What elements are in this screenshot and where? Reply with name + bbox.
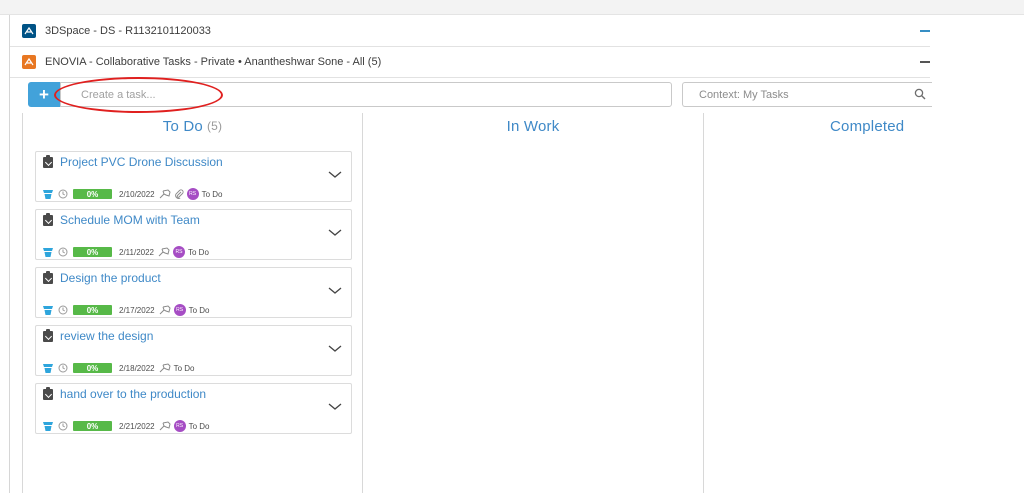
add-task-button[interactable]: + bbox=[28, 82, 60, 107]
context-search-field[interactable]: Context: My Tasks bbox=[682, 82, 932, 107]
due-date: 2/10/2022 bbox=[119, 189, 155, 199]
context-text: Context: My Tasks bbox=[699, 88, 789, 101]
task-card[interactable]: Schedule MOM with Team 0% 2/11/2022 RS T… bbox=[35, 209, 352, 260]
progress-badge: 0% bbox=[73, 363, 112, 373]
column-count: (5) bbox=[206, 119, 223, 133]
status-label: To Do bbox=[201, 189, 223, 199]
clock-icon bbox=[58, 421, 68, 431]
task-title[interactable]: review the design bbox=[60, 329, 153, 343]
task-type-icon bbox=[43, 305, 53, 315]
clock-icon bbox=[58, 247, 68, 257]
task-meta: 0% 2/17/2022 RS To Do bbox=[43, 304, 210, 316]
status-label: To Do bbox=[188, 247, 209, 257]
task-icon bbox=[43, 387, 53, 400]
task-board: To Do (5) Project PVC Drone Discussion 0… bbox=[22, 113, 1024, 493]
task-toolbar: + Context: My Tasks bbox=[10, 79, 932, 113]
task-meta: 0% 2/11/2022 RS To Do bbox=[43, 246, 209, 258]
app-title: ENOVIA - Collaborative Tasks - Private •… bbox=[45, 56, 382, 68]
app-title: 3DSpace - DS - R1132101120033 bbox=[45, 25, 211, 37]
screenshot-stage: 3DSpace - DS - R1132101120033 ENOVIA - C… bbox=[0, 0, 1024, 493]
due-date: 2/17/2022 bbox=[119, 305, 155, 315]
status-label: To Do bbox=[173, 363, 195, 373]
progress-badge: 0% bbox=[73, 421, 112, 431]
chevron-down-icon[interactable] bbox=[328, 287, 342, 295]
task-title[interactable]: Project PVC Drone Discussion bbox=[60, 155, 223, 169]
task-icon bbox=[43, 213, 53, 226]
column-header: In Work bbox=[363, 113, 703, 139]
chevron-down-icon[interactable] bbox=[328, 229, 342, 237]
assignee-avatar[interactable]: RS bbox=[173, 246, 185, 258]
progress-badge: 0% bbox=[73, 189, 112, 199]
pin-icon[interactable] bbox=[158, 247, 170, 257]
3dspace-icon bbox=[22, 24, 36, 38]
task-card[interactable]: Design the product 0% 2/17/2022 RS To Do bbox=[35, 267, 352, 318]
task-type-icon bbox=[43, 247, 53, 257]
pin-icon[interactable] bbox=[159, 421, 171, 431]
task-type-icon bbox=[43, 363, 53, 373]
app-header-3dspace[interactable]: 3DSpace - DS - R1132101120033 bbox=[10, 16, 930, 47]
top-strip bbox=[0, 0, 1024, 15]
task-icon bbox=[43, 329, 53, 342]
minimize-icon[interactable] bbox=[920, 30, 930, 32]
column-completed: Completed bbox=[704, 113, 1024, 493]
pin-icon[interactable] bbox=[159, 305, 171, 315]
due-date: 2/11/2022 bbox=[119, 247, 154, 257]
task-title[interactable]: Schedule MOM with Team bbox=[60, 213, 200, 227]
assignee-avatar[interactable]: RS bbox=[186, 188, 199, 200]
column-in-work: In Work bbox=[363, 113, 704, 493]
column-header: To Do (5) bbox=[23, 113, 362, 139]
assignee-avatar[interactable]: RS bbox=[173, 420, 186, 432]
app-header-enovia[interactable]: ENOVIA - Collaborative Tasks - Private •… bbox=[10, 47, 930, 78]
chevron-down-icon[interactable] bbox=[328, 403, 342, 411]
chevron-down-icon[interactable] bbox=[328, 171, 342, 179]
clock-icon bbox=[58, 305, 68, 315]
clock-icon bbox=[58, 363, 68, 373]
assignee-avatar[interactable]: RS bbox=[173, 304, 186, 316]
column-to-do: To Do (5) Project PVC Drone Discussion 0… bbox=[22, 113, 363, 493]
task-card[interactable]: review the design 0% 2/18/2022 To Do bbox=[35, 325, 352, 376]
attachment-icon[interactable] bbox=[174, 189, 184, 199]
column-title: To Do bbox=[162, 117, 203, 135]
due-date: 2/18/2022 bbox=[119, 363, 155, 373]
task-icon bbox=[43, 271, 53, 284]
status-label: To Do bbox=[188, 305, 210, 315]
clock-icon bbox=[58, 189, 68, 199]
progress-badge: 0% bbox=[73, 247, 112, 257]
task-card[interactable]: Project PVC Drone Discussion 0% 2/10/202… bbox=[35, 151, 352, 202]
pin-icon[interactable] bbox=[159, 189, 171, 199]
task-title[interactable]: Design the product bbox=[60, 271, 161, 285]
chevron-down-icon[interactable] bbox=[328, 345, 342, 353]
task-meta: 0% 2/18/2022 To Do bbox=[43, 362, 195, 374]
pin-icon[interactable] bbox=[159, 363, 171, 373]
enovia-icon bbox=[22, 55, 36, 69]
create-task-input[interactable] bbox=[60, 82, 672, 107]
task-meta: 0% 2/21/2022 RS To Do bbox=[43, 420, 210, 432]
minimize-icon[interactable] bbox=[920, 61, 930, 63]
task-icon bbox=[43, 155, 53, 168]
status-label: To Do bbox=[188, 421, 210, 431]
due-date: 2/21/2022 bbox=[119, 421, 155, 431]
task-card[interactable]: hand over to the production 0% 2/21/2022… bbox=[35, 383, 352, 434]
task-type-icon bbox=[43, 421, 53, 431]
search-icon[interactable] bbox=[914, 88, 926, 100]
column-title: Completed bbox=[830, 117, 905, 135]
column-title: In Work bbox=[506, 117, 560, 135]
task-title[interactable]: hand over to the production bbox=[60, 387, 206, 401]
progress-badge: 0% bbox=[73, 305, 112, 315]
task-meta: 0% 2/10/2022 RS To Do bbox=[43, 188, 223, 200]
task-type-icon bbox=[43, 189, 53, 199]
column-header: Completed bbox=[704, 113, 1024, 139]
